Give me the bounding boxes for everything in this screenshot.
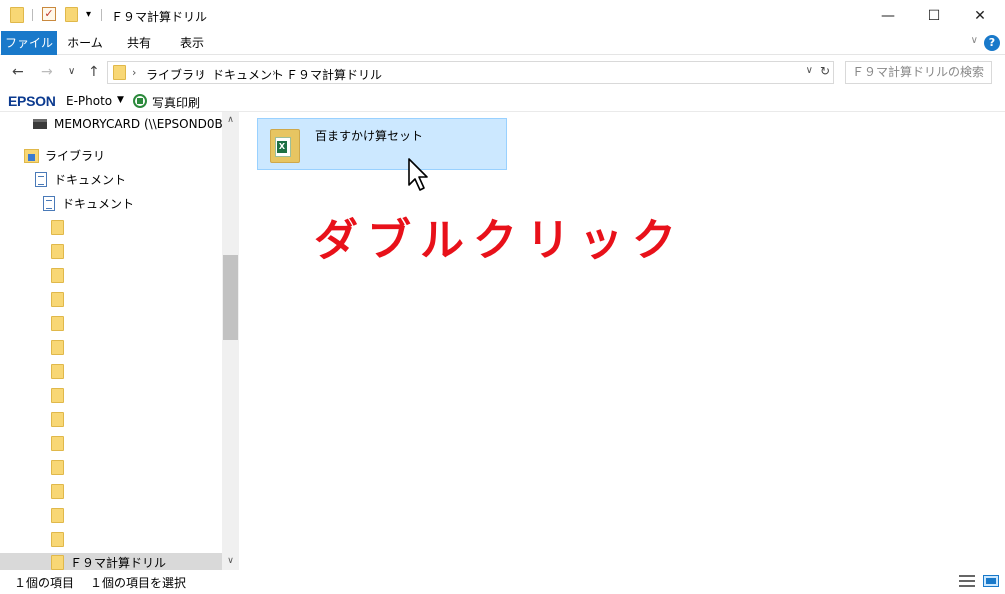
nav-item-folder[interactable] [0,314,222,334]
nav-item-folder[interactable] [0,482,222,502]
nav-item-folder[interactable] [0,434,222,454]
window-title: Ｆ９マ計算ドリル [111,10,208,24]
library-icon [24,149,39,163]
nav-item-folder[interactable] [0,266,222,286]
folder-icon [51,364,64,379]
double-click-annotation: ダブルクリック [314,215,685,266]
help-icon[interactable]: ? [984,35,1000,51]
address-row: ← → ∨ ↑ › ライブラリ › ドキュメント › Ｆ９マ計算ドリル ∨ ↻ … [0,56,1005,90]
nav-item-memorycard[interactable]: MEMORYCARD (\\EPSOND0B5E [0,114,238,134]
folder-icon [113,65,126,80]
folder-icon [51,412,64,427]
address-bar[interactable]: › ライブラリ › ドキュメント › Ｆ９マ計算ドリル ∨ ↻ [107,61,834,84]
nav-item-f9-drill[interactable]: Ｆ９マ計算ドリル [0,553,222,570]
scroll-down-icon[interactable]: ∨ [222,553,239,570]
nav-item-folder[interactable] [0,386,222,406]
folder-icon [51,388,64,403]
nav-scrollbar[interactable]: ∧ ∨ [222,112,239,570]
up-icon[interactable]: ↑ [88,64,100,80]
details-view-icon[interactable] [959,575,975,587]
photo-print-button[interactable]: 写真印刷 [152,94,200,111]
nav-item-label: Ｆ９マ計算ドリル [70,556,167,570]
nav-item-folder[interactable] [0,530,222,550]
mouse-pointer-icon [408,158,428,191]
epson-toolbar: EPSON E-Photo ▼ 写真印刷 [0,90,1005,112]
nav-item-libraries[interactable]: ライブラリ [0,146,222,166]
properties-check-icon[interactable]: ✓ [42,7,56,21]
folder-icon [51,555,64,570]
nav-item-folder[interactable] [0,242,222,262]
nav-item-folder[interactable] [0,506,222,526]
breadcrumb-separator[interactable]: › [132,66,136,79]
back-icon[interactable]: ← [12,64,24,80]
item-count: １個の項目 [14,576,75,590]
photo-print-icon[interactable] [133,94,147,108]
search-input[interactable]: Ｆ９マ計算ドリルの検索 [845,61,992,84]
file-list[interactable]: 百ますかけ算セット ダブルクリック [241,112,1005,570]
minimize-button[interactable]: — [865,0,911,31]
nav-item-folder[interactable] [0,410,222,430]
large-icons-view-icon[interactable] [983,575,999,587]
documents-icon [35,172,47,187]
nav-item-label: ドキュメント [62,197,135,211]
navigation-pane[interactable]: MEMORYCARD (\\EPSOND0B5E ライブラリ ドキュメント ドキ… [0,112,240,570]
folder-icon [51,220,64,235]
nav-item-folder[interactable] [0,290,222,310]
new-folder-icon[interactable] [65,7,78,22]
forward-icon[interactable]: → [41,64,53,80]
file-item-hyakumasu[interactable]: 百ますかけ算セット [257,118,507,170]
tab-file[interactable]: ファイル [1,31,57,55]
tab-home[interactable]: ホーム [62,31,108,55]
nav-item-label: ライブラリ [45,149,106,163]
quick-access-dropdown-icon[interactable]: ▾ [86,9,91,20]
divider [101,9,102,21]
epson-logo: EPSON [8,93,56,109]
address-dropdown-icon[interactable]: ∨ [806,65,813,76]
memory-card-icon [33,119,47,129]
ephoto-menu[interactable]: E-Photo [66,94,112,108]
breadcrumb-separator[interactable]: › [199,66,203,79]
file-name: 百ますかけ算セット [315,129,424,143]
folder-icon [51,532,64,547]
nav-item-label: ドキュメント [54,173,127,187]
recent-locations-icon[interactable]: ∨ [68,66,75,77]
refresh-icon[interactable]: ↻ [820,64,830,78]
ribbon-tabs: ファイル ホーム 共有 表示 ∨ ? [0,31,1005,55]
status-bar: １個の項目 １個の項目を選択 [0,570,1005,594]
scroll-thumb[interactable] [223,255,238,340]
nav-item-documents[interactable]: ドキュメント [0,170,222,190]
nav-item-label: MEMORYCARD (\\EPSOND0B5E [54,117,238,131]
breadcrumb-separator[interactable]: › [272,66,276,79]
ephoto-dropdown-icon[interactable]: ▼ [117,95,124,105]
folder-icon [51,340,64,355]
folder-icon [51,484,64,499]
documents-icon [43,196,55,211]
ribbon-collapse-icon[interactable]: ∨ [971,35,978,46]
title-bar: ✓ ▾ Ｆ９マ計算ドリル — ☐ ✕ [0,0,1005,31]
folder-icon [51,292,64,307]
nav-item-folder[interactable] [0,362,222,382]
folder-icon [51,244,64,259]
excel-folder-icon [270,125,300,163]
divider [32,9,33,21]
nav-item-folder[interactable] [0,338,222,358]
folder-icon [51,268,64,283]
close-button[interactable]: ✕ [957,0,1003,31]
folder-icon [51,316,64,331]
folder-icon [51,508,64,523]
scroll-up-icon[interactable]: ∧ [222,112,239,129]
nav-item-folder[interactable] [0,218,222,238]
selected-count: １個の項目を選択 [90,576,187,590]
tab-share[interactable]: 共有 [118,31,160,55]
nav-item-folder[interactable] [0,458,222,478]
nav-item-documents-sub[interactable]: ドキュメント [0,194,222,214]
tab-view[interactable]: 表示 [170,31,214,55]
breadcrumb-current-folder[interactable]: Ｆ９マ計算ドリル [286,66,382,83]
folder-icon [51,460,64,475]
maximize-button[interactable]: ☐ [911,0,957,31]
breadcrumb-libraries[interactable]: ライブラリ [146,66,206,83]
folder-icon [51,436,64,451]
folder-icon [10,7,24,23]
